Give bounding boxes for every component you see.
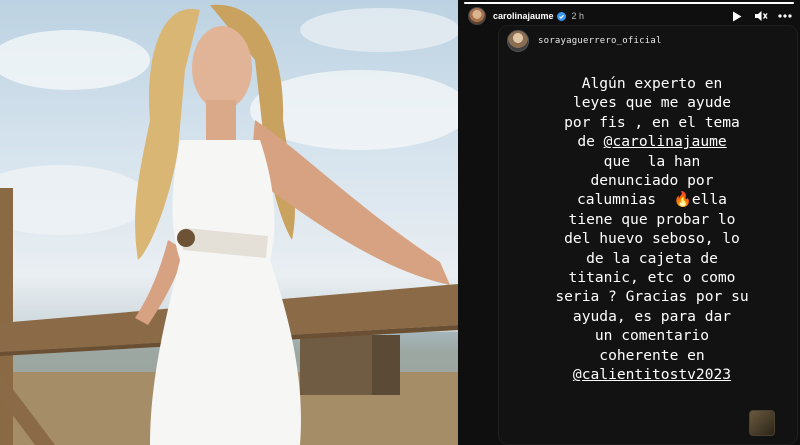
text-line: un comentario <box>594 327 710 345</box>
text-line: por fis , en el tema <box>564 113 740 131</box>
header-controls <box>730 9 792 23</box>
story-panel: carolinajaume 2 h sorayaguerrero_oficial… <box>458 0 800 445</box>
more-icon[interactable] <box>778 9 792 23</box>
story-header: carolinajaume 2 h <box>468 6 792 26</box>
mention-link-carolinajaume[interactable]: @carolinajaume <box>604 133 727 150</box>
story-progress-fill <box>464 2 794 4</box>
reshared-author-username[interactable]: sorayaguerrero_oficial <box>538 36 662 46</box>
reshared-story-card[interactable]: sorayaguerrero_oficial Algún experto en … <box>498 25 798 445</box>
text-line: de la cajeta de <box>586 249 718 267</box>
mention-link-calientitostv2023[interactable]: @calientitostv2023 <box>573 366 731 383</box>
photo-illustration <box>0 4 458 445</box>
text-line: leyes que me ayude <box>572 94 732 112</box>
music-sticker-icon[interactable] <box>749 410 775 436</box>
text-line: denunciado por <box>590 172 714 190</box>
text-line: ella <box>691 191 727 209</box>
mute-icon[interactable] <box>754 9 768 23</box>
text-line: calumnias <box>577 191 674 209</box>
text-line: tiene que probar lo <box>568 210 736 228</box>
author-avatar[interactable] <box>468 7 486 25</box>
verified-badge-icon <box>556 11 566 21</box>
text-line: Algún experto en <box>581 75 723 92</box>
text-line-prefix: de <box>577 133 604 151</box>
text-line: coherente en <box>599 346 705 364</box>
play-icon[interactable] <box>730 9 744 23</box>
reshared-author-row[interactable]: sorayaguerrero_oficial <box>507 30 662 52</box>
text-line: ayuda, es para dar <box>572 307 732 325</box>
post-time: 2 h <box>571 11 585 21</box>
reshared-author-avatar[interactable] <box>507 30 529 52</box>
text-line: del huevo seboso, lo <box>564 230 740 248</box>
text-line: seria ? Gracias por su <box>555 288 749 306</box>
photo-panel <box>0 0 458 445</box>
story-progress-bar <box>464 2 794 4</box>
text-line: titanic, etc o como <box>568 269 736 287</box>
author-username[interactable]: carolinajaume <box>493 11 554 21</box>
text-line: que la han <box>603 152 701 170</box>
fire-emoji-icon: 🔥 <box>673 191 692 209</box>
story-text: Algún experto en leyes que me ayude por … <box>519 74 785 385</box>
